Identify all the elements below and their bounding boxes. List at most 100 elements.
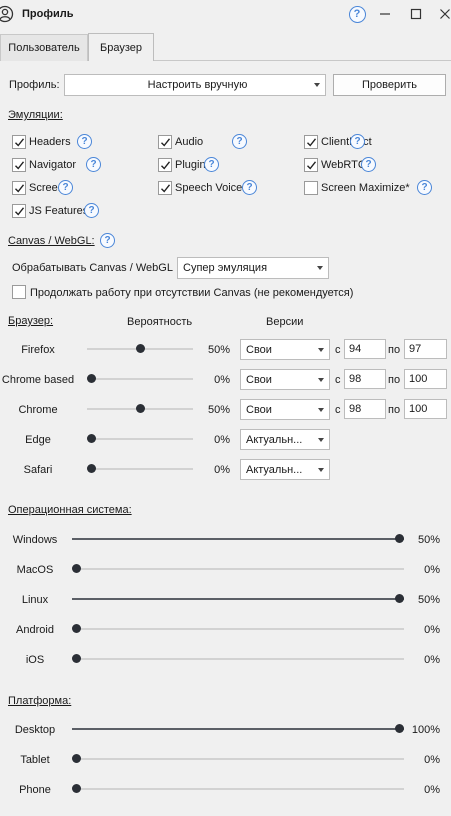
platform-phone-slider-thumb[interactable] bbox=[72, 784, 81, 793]
help-icon[interactable]: ? bbox=[77, 134, 92, 149]
emulation-audio-checkbox[interactable] bbox=[158, 135, 172, 149]
browser-edge-slider-track[interactable] bbox=[87, 438, 193, 440]
window-title: Профиль bbox=[22, 8, 74, 20]
os-linux-slider-fill bbox=[72, 598, 404, 600]
check-button[interactable]: Проверить bbox=[333, 74, 446, 96]
help-icon[interactable]: ? bbox=[350, 134, 365, 149]
platform-tablet-percent: 0% bbox=[424, 754, 440, 766]
help-icon[interactable]: ? bbox=[86, 157, 101, 172]
browser-chrome-based-slider-track[interactable] bbox=[87, 378, 193, 380]
close-button[interactable] bbox=[434, 4, 451, 24]
os-linux-percent: 50% bbox=[417, 594, 440, 606]
browser-firefox-slider-thumb[interactable] bbox=[136, 344, 145, 353]
browser-firefox-to-label: по bbox=[388, 344, 401, 356]
browser-safari-slider-track[interactable] bbox=[87, 468, 193, 470]
platform-phone-slider-track[interactable] bbox=[72, 788, 404, 790]
canvas-continue-label: Продолжать работу при отсутствии Canvas … bbox=[30, 287, 354, 299]
canvas-process-select[interactable]: Супер эмуляция bbox=[177, 257, 329, 279]
chevron-down-icon bbox=[318, 468, 324, 472]
emulations-section-title: Эмуляции: bbox=[8, 109, 63, 121]
emulation-speech-voice-checkbox[interactable] bbox=[158, 181, 172, 195]
browser-chrome-version-select[interactable]: Свои bbox=[240, 399, 330, 420]
emulation-plugins-checkbox[interactable] bbox=[158, 158, 172, 172]
browser-edge-version-select[interactable]: Актуальн... bbox=[240, 429, 330, 450]
platform-phone-percent: 0% bbox=[424, 784, 440, 796]
minimize-button[interactable] bbox=[374, 4, 396, 24]
os-windows-label: Windows bbox=[12, 534, 58, 546]
help-icon[interactable]: ? bbox=[100, 233, 115, 248]
canvas-process-label: Обрабатывать Canvas / WebGL bbox=[12, 262, 173, 274]
browser-chrome-to-input[interactable]: 100 bbox=[404, 399, 447, 419]
os-ios-slider-track[interactable] bbox=[72, 658, 404, 660]
emulation-screen-checkbox[interactable] bbox=[12, 181, 26, 195]
os-ios-label: iOS bbox=[25, 654, 45, 666]
browser-safari-label: Safari bbox=[23, 464, 53, 476]
os-macos-slider-track[interactable] bbox=[72, 568, 404, 570]
os-android-percent: 0% bbox=[424, 624, 440, 636]
os-android-slider-thumb[interactable] bbox=[72, 624, 81, 633]
help-button[interactable]: ? bbox=[346, 4, 368, 24]
browser-chrome-version-value: Свои bbox=[246, 403, 272, 416]
emulation-screen-maximize-checkbox[interactable] bbox=[304, 181, 318, 195]
profile-select[interactable]: Настроить вручную bbox=[64, 74, 326, 96]
os-linux-slider-thumb[interactable] bbox=[395, 594, 404, 603]
platform-tablet-slider-track[interactable] bbox=[72, 758, 404, 760]
canvas-section-title: Canvas / WebGL: bbox=[8, 235, 95, 247]
help-icon[interactable]: ? bbox=[417, 180, 432, 195]
help-icon[interactable]: ? bbox=[204, 157, 219, 172]
browser-chrome-from-value: 98 bbox=[349, 403, 362, 415]
emulation-clientrect-checkbox[interactable] bbox=[304, 135, 318, 149]
os-windows-slider-thumb[interactable] bbox=[395, 534, 404, 543]
browser-section-title: Браузер: bbox=[8, 315, 54, 327]
browser-firefox-from-label: с bbox=[335, 344, 341, 356]
user-avatar-icon bbox=[0, 5, 14, 23]
browser-chrome-from-input[interactable]: 98 bbox=[344, 399, 386, 419]
platform-tablet-slider-thumb[interactable] bbox=[72, 754, 81, 763]
platform-tablet-label: Tablet bbox=[20, 754, 50, 766]
emulation-webrtc-checkbox[interactable] bbox=[304, 158, 318, 172]
browser-chrome-based-to-input[interactable]: 100 bbox=[404, 369, 447, 389]
browser-chrome-based-version-select[interactable]: Свои bbox=[240, 369, 330, 390]
os-ios-slider-thumb[interactable] bbox=[72, 654, 81, 663]
browser-safari-version-select[interactable]: Актуальн... bbox=[240, 459, 330, 480]
browser-chrome-percent: 50% bbox=[207, 404, 230, 416]
profile-select-value: Настроить вручную bbox=[147, 79, 248, 91]
browser-firefox-to-input[interactable]: 97 bbox=[404, 339, 447, 359]
browser-safari-slider-thumb[interactable] bbox=[87, 464, 96, 473]
tab-user-label: Пользователь bbox=[8, 42, 80, 54]
emulation-headers-label: Headers bbox=[29, 136, 71, 148]
browser-chrome-based-from-label: с bbox=[335, 374, 341, 386]
tab-browser[interactable]: Браузер bbox=[88, 33, 154, 61]
tab-user[interactable]: Пользователь bbox=[0, 34, 88, 61]
help-icon[interactable]: ? bbox=[84, 203, 99, 218]
chevron-down-icon bbox=[318, 438, 324, 442]
os-macos-slider-thumb[interactable] bbox=[72, 564, 81, 573]
tab-browser-label: Браузер bbox=[100, 41, 142, 54]
platform-desktop-slider-fill bbox=[72, 728, 404, 730]
help-icon[interactable]: ? bbox=[232, 134, 247, 149]
profile-label: Профиль: bbox=[9, 79, 60, 91]
browser-chrome-slider-thumb[interactable] bbox=[136, 404, 145, 413]
emulation-navigator-checkbox[interactable] bbox=[12, 158, 26, 172]
maximize-button[interactable] bbox=[405, 4, 427, 24]
canvas-continue-checkbox[interactable] bbox=[12, 285, 26, 299]
emulation-audio-label: Audio bbox=[175, 136, 204, 148]
emulation-headers-checkbox[interactable] bbox=[12, 135, 26, 149]
browser-firefox-version-select[interactable]: Свои bbox=[240, 339, 330, 360]
chevron-down-icon bbox=[318, 348, 324, 352]
maximize-icon bbox=[410, 8, 422, 20]
emulation-js-features-checkbox[interactable] bbox=[12, 204, 26, 218]
os-section-title: Операционная система: bbox=[8, 504, 132, 516]
browser-chrome-based-label: Chrome based bbox=[1, 374, 75, 386]
browser-chrome-based-slider-thumb[interactable] bbox=[87, 374, 96, 383]
help-icon[interactable]: ? bbox=[58, 180, 73, 195]
browser-firefox-from-input[interactable]: 94 bbox=[344, 339, 386, 359]
platform-desktop-slider-thumb[interactable] bbox=[395, 724, 404, 733]
help-icon[interactable]: ? bbox=[361, 157, 376, 172]
browser-safari-percent: 0% bbox=[214, 464, 230, 476]
help-icon[interactable]: ? bbox=[242, 180, 257, 195]
browser-chrome-based-from-value: 98 bbox=[349, 373, 362, 385]
browser-chrome-based-from-input[interactable]: 98 bbox=[344, 369, 386, 389]
browser-edge-slider-thumb[interactable] bbox=[87, 434, 96, 443]
os-android-slider-track[interactable] bbox=[72, 628, 404, 630]
